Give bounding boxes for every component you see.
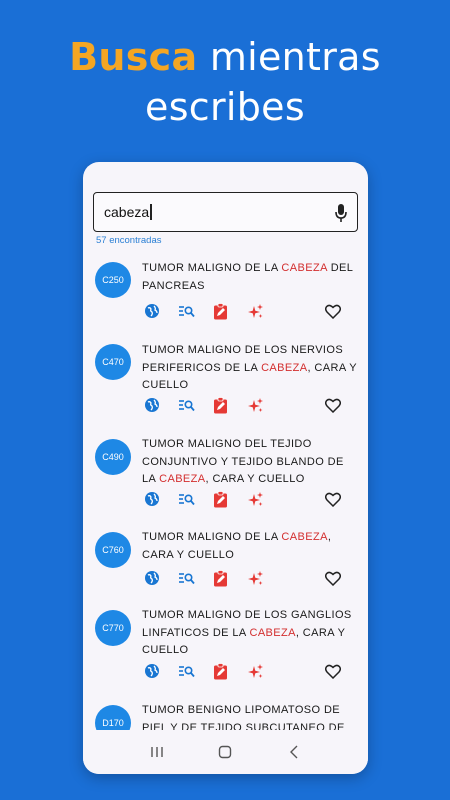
list-item[interactable]: C770 TUMOR MALIGNO DE LOS GANGLIOS LINFAT… bbox=[83, 597, 368, 692]
sparkles-icon[interactable] bbox=[246, 396, 264, 414]
result-actions bbox=[141, 662, 361, 680]
search-value: cabeza bbox=[104, 204, 150, 220]
globe-icon[interactable] bbox=[143, 662, 161, 680]
results-count: 57 encontradas bbox=[96, 235, 162, 246]
match-highlight: CABEZA bbox=[281, 262, 328, 274]
title-text: , CARA Y CUELLO bbox=[205, 473, 305, 485]
clipboard-edit-icon[interactable] bbox=[211, 662, 229, 680]
result-title: TUMOR MALIGNO DE LOS NERVIOS PERIFERICOS… bbox=[142, 342, 357, 395]
clipboard-edit-icon[interactable] bbox=[211, 490, 229, 508]
search-list-icon[interactable] bbox=[177, 662, 195, 680]
match-highlight: CABEZA bbox=[261, 361, 308, 374]
sparkles-icon[interactable] bbox=[246, 490, 264, 508]
search-list-icon[interactable] bbox=[177, 569, 195, 587]
list-item[interactable]: C490 TUMOR MALIGNO DEL TEJIDO CONJUNTIVO … bbox=[83, 425, 368, 519]
search-list-icon[interactable] bbox=[177, 490, 195, 508]
sparkles-icon[interactable] bbox=[246, 662, 264, 680]
sparkles-icon[interactable] bbox=[246, 302, 264, 320]
list-item[interactable]: C760 TUMOR MALIGNO DE LA CABEZA, CARA Y C… bbox=[83, 519, 368, 597]
result-title: TUMOR MALIGNO DE LA CABEZA, CARA Y CUELL… bbox=[142, 529, 357, 564]
heart-outline-icon[interactable] bbox=[324, 302, 342, 320]
result-actions bbox=[141, 302, 361, 320]
heart-outline-icon[interactable] bbox=[324, 490, 342, 508]
code-badge: C760 bbox=[95, 532, 131, 568]
clipboard-edit-icon[interactable] bbox=[211, 302, 229, 320]
phone-screen: cabeza 57 encontradas C250 TUMOR MALIGNO … bbox=[83, 162, 368, 774]
back-icon[interactable] bbox=[282, 740, 306, 764]
search-input[interactable]: cabeza bbox=[93, 192, 358, 232]
search-list-icon[interactable] bbox=[177, 302, 195, 320]
heart-outline-icon[interactable] bbox=[324, 396, 342, 414]
heart-outline-icon[interactable] bbox=[324, 662, 342, 680]
result-actions bbox=[141, 490, 361, 508]
list-item[interactable]: C470 TUMOR MALIGNO DE LOS NERVIOS PERIFER… bbox=[83, 330, 368, 425]
heart-outline-icon[interactable] bbox=[324, 569, 342, 587]
globe-icon[interactable] bbox=[143, 302, 161, 320]
code-badge: C470 bbox=[95, 344, 131, 380]
promo-line1: mientras bbox=[197, 35, 381, 79]
result-actions bbox=[141, 396, 361, 414]
sparkles-icon[interactable] bbox=[246, 569, 264, 587]
microphone-icon[interactable] bbox=[334, 203, 348, 223]
clipboard-edit-icon[interactable] bbox=[211, 569, 229, 587]
promo-headline: Busca mientras escribes bbox=[0, 32, 450, 132]
recent-apps-icon[interactable] bbox=[145, 740, 169, 764]
match-highlight: CABEZA bbox=[159, 473, 206, 485]
code-badge: C490 bbox=[95, 439, 131, 475]
text-caret bbox=[150, 204, 152, 220]
globe-icon[interactable] bbox=[143, 490, 161, 508]
list-item[interactable]: C250 TUMOR MALIGNO DE LA CABEZA DEL PANCR… bbox=[83, 248, 368, 330]
status-bar bbox=[83, 162, 368, 180]
result-actions bbox=[141, 569, 361, 587]
match-highlight: CABEZA bbox=[281, 531, 328, 543]
system-navbar bbox=[83, 730, 368, 774]
match-highlight: CABEZA bbox=[249, 626, 296, 639]
globe-icon[interactable] bbox=[143, 396, 161, 414]
title-text: TUMOR MALIGNO DE LA bbox=[142, 262, 282, 274]
result-title: TUMOR MALIGNO DE LA CABEZA DEL PANCREAS bbox=[142, 260, 357, 295]
home-icon[interactable] bbox=[213, 740, 237, 764]
result-title: TUMOR MALIGNO DE LOS GANGLIOS LINFATICOS… bbox=[142, 607, 357, 660]
clipboard-edit-icon[interactable] bbox=[211, 396, 229, 414]
promo-highlight: Busca bbox=[69, 35, 198, 79]
title-text: TUMOR MALIGNO DE LA bbox=[142, 531, 282, 543]
promo-line2: escribes bbox=[145, 85, 305, 129]
globe-icon[interactable] bbox=[143, 569, 161, 587]
code-badge: C250 bbox=[95, 262, 131, 298]
result-title: TUMOR MALIGNO DEL TEJIDO CONJUNTIVO Y TE… bbox=[142, 436, 357, 489]
code-badge: C770 bbox=[95, 610, 131, 646]
search-list-icon[interactable] bbox=[177, 396, 195, 414]
